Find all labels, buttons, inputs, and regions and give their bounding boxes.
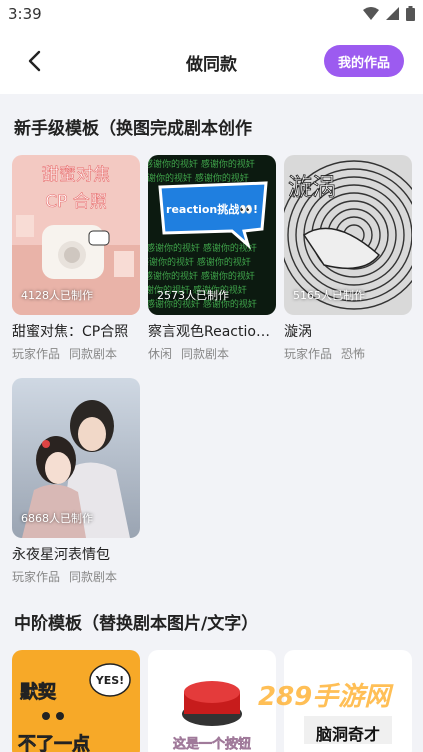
thumb-text: CP 合照 [45,192,107,212]
card-tags: 玩家作品 同款剧本 [12,345,140,362]
card-title: 漩涡 [284,324,312,340]
thumb-text: reaction挑战👀! [166,202,258,216]
thumb-text: 不了一点 [18,733,90,752]
tacit-thumbnail: YES! 默契 不了一点 [12,650,140,752]
card-tags: 玩家作品 恐怖 [284,345,412,362]
thumb-text: 默契 [20,681,57,703]
tag: 休闲 [148,347,173,361]
status-icons [363,6,415,21]
thumb-bubble: YES! [95,674,124,687]
button-thumbnail: 这是一个按钮 [148,650,276,752]
template-thumbnail[interactable]: 6868人已制作 [12,378,140,538]
tag: 玩家作品 [12,347,61,361]
made-count: 5165人已制作 [293,289,365,302]
my-works-button[interactable]: 我的作品 [323,45,404,77]
made-count: 6868人已制作 [21,512,93,525]
card-tags: 休闲 同款剧本 [148,345,276,362]
template-thumbnail[interactable]: 感谢你的视奸 感谢你的视奸 感谢你的视奸 感谢你的视奸 感谢你的视奸 感谢你的视… [148,155,276,315]
made-count: 2573人已制作 [157,289,229,302]
card-title: 永夜星河表情包 [12,547,110,563]
template-card[interactable]: 感谢你的视奸 感谢你的视奸 感谢你的视奸 感谢你的视奸 感谢你的视奸 感谢你的视… [148,155,276,362]
tag: 玩家作品 [12,570,61,584]
tag: 玩家作品 [284,347,333,361]
beginner-section-title: 新手级模板（换图完成剧本创作 [14,119,252,139]
template-card[interactable]: 漩涡 5165人已制作 漩涡 玩家作品 恐怖 [284,155,412,362]
svg-text:感谢你的视奸 感谢你的视奸: 感谢你的视奸 感谢你的视奸 [148,158,255,170]
card-tags: 玩家作品 同款剧本 [12,568,140,585]
template-card[interactable]: 甜蜜对焦 CP 合照 4128人已制作 甜蜜对焦：CP合照 玩家作品 同款剧本 [12,155,140,362]
tag: 恐怖 [341,347,366,361]
made-count: 4128人已制作 [21,289,93,302]
svg-text:感谢你的视奸 感谢你的视奸: 感谢你的视奸 感谢你的视奸 [148,172,249,184]
watermark: 289手游网 [258,682,391,712]
top-bar: 做同款 我的作品 [0,30,423,94]
wifi-icon [363,7,379,20]
thumb-text: 这是一个按钮 [173,736,251,752]
tag: 同款剧本 [69,347,118,361]
template-card[interactable]: 6868人已制作 永夜星河表情包 玩家作品 同款剧本 [12,378,140,585]
card-title: 甜蜜对焦：CP合照 [12,324,129,340]
card-title: 察言观色Reaction挑战 [148,324,276,340]
signal-icon [386,7,399,20]
thumb-text: 甜蜜对焦 [42,165,110,185]
template-card[interactable]: YES! 默契 不了一点 [12,650,140,752]
status-bar: 3:39 [0,0,423,30]
svg-text:感谢你的视奸 感谢你的视奸: 感谢你的视奸 感谢你的视奸 [148,242,257,254]
thumb-text: 漩涡 [288,173,336,201]
status-time: 3:39 [8,5,42,23]
tag: 同款剧本 [69,570,118,584]
intermediate-section-title: 中阶模板（替换剧本图片/文字） [14,614,259,634]
template-thumbnail[interactable]: 漩涡 5165人已制作 [284,155,412,315]
battery-icon [406,6,415,21]
svg-text:感谢你的视奸 感谢你的视奸: 感谢你的视奸 感谢你的视奸 [148,256,251,268]
thumb-text: 脑洞奇才 [316,725,380,744]
template-card[interactable]: 这是一个按钮 [148,650,276,752]
template-thumbnail[interactable]: 甜蜜对焦 CP 合照 4128人已制作 [12,155,140,315]
svg-text:感谢你的视奸 感谢你的视奸: 感谢你的视奸 感谢你的视奸 [148,270,255,282]
tag: 同款剧本 [181,347,230,361]
